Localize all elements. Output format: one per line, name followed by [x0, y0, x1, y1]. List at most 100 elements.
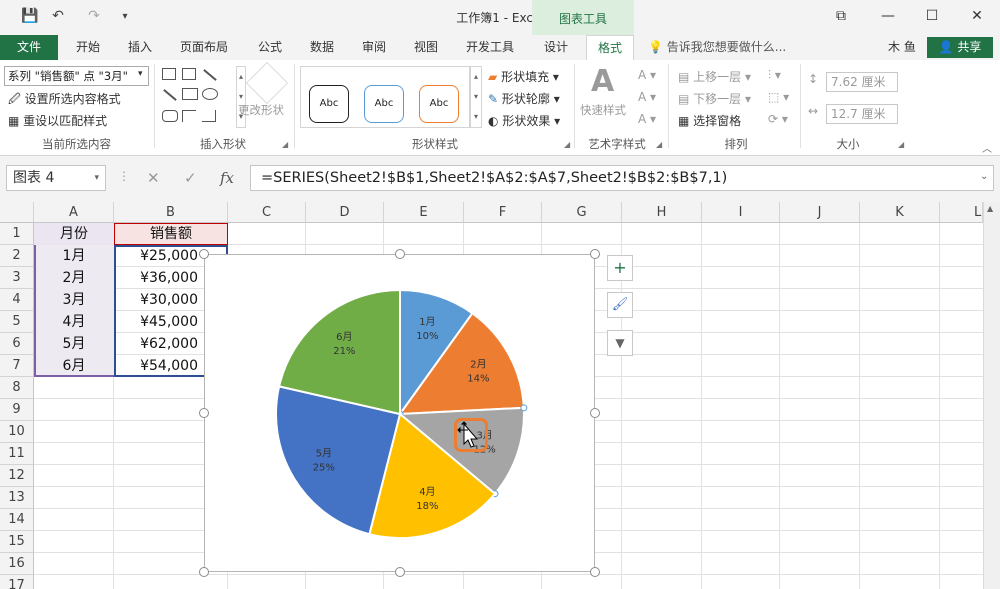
shape-effects-button[interactable]: ◐ 形状效果 ▾ — [488, 112, 560, 129]
select-all-corner[interactable] — [0, 202, 34, 223]
row-header[interactable]: 11 — [0, 443, 34, 465]
table-cell-sales[interactable]: ¥36,000 — [114, 267, 198, 289]
customize-qat-icon[interactable]: ▾ — [120, 6, 130, 26]
table-cell-month[interactable]: 4月 — [34, 311, 114, 333]
row-header[interactable]: 6 — [0, 333, 34, 355]
column-header[interactable]: C — [228, 202, 306, 223]
dialog-launcher-icon[interactable]: ◢ — [656, 140, 662, 149]
styles-gallery-scroll[interactable]: ▴ ▾ ▾ — [470, 66, 482, 128]
table-cell-month[interactable]: 3月 — [34, 289, 114, 311]
selection-pane-button[interactable]: ▦ 选择窗格 — [678, 112, 741, 129]
row-header[interactable]: 13 — [0, 487, 34, 509]
row-header[interactable]: 15 — [0, 531, 34, 553]
arrow-shape-icon[interactable] — [163, 89, 177, 101]
tab-insert[interactable]: 插入 — [120, 35, 160, 60]
table-cell-sales[interactable]: ¥62,000 — [114, 333, 198, 355]
text-outline-icon[interactable]: A ▾ — [638, 90, 656, 104]
shape-style-dark[interactable]: Abc — [309, 85, 349, 123]
row-header[interactable]: 7 — [0, 355, 34, 377]
data-label-category[interactable]: 2月 — [470, 358, 486, 370]
tab-view[interactable]: 视图 — [406, 35, 446, 60]
resize-handle[interactable] — [590, 408, 600, 418]
shape-outline-button[interactable]: ✎ 形状轮廓 ▾ — [488, 90, 560, 107]
table-cell-sales[interactable]: ¥25,000 — [114, 245, 198, 267]
redo-icon[interactable]: ↷ — [86, 6, 102, 26]
reset-style-button[interactable]: ▦ 重设以匹配样式 — [8, 112, 107, 129]
pie-chart[interactable]: 1月 10% 2月 14% 3月 12% 4月 18% 5月 25% 6月 21% — [204, 254, 595, 572]
textbox-shape-icon[interactable] — [162, 68, 176, 80]
oval-shape-icon[interactable] — [202, 88, 218, 100]
tell-me-search[interactable]: 💡 告诉我您想要做什么... — [648, 35, 786, 60]
row-header[interactable]: 3 — [0, 267, 34, 289]
dialog-launcher-icon[interactable]: ◢ — [282, 140, 288, 149]
shape-fill-button[interactable]: ▰ 形状填充 ▾ — [488, 68, 559, 85]
table-cell-month[interactable]: 5月 — [34, 333, 114, 355]
table-cell-sales[interactable]: ¥45,000 — [114, 311, 198, 333]
resize-handle[interactable] — [590, 249, 600, 259]
table-cell-month[interactable]: 2月 — [34, 267, 114, 289]
tab-design[interactable]: 设计 — [534, 35, 578, 60]
column-header[interactable]: K — [860, 202, 940, 223]
share-button[interactable]: 👤 共享 — [927, 37, 993, 58]
send-backward-button[interactable]: ▤ 下移一层 ▾ — [678, 90, 751, 107]
row-header[interactable]: 12 — [0, 465, 34, 487]
formula-input[interactable]: =SERIES(Sheet2!$B$1,Sheet2!$A$2:$A$7,She… — [250, 165, 994, 191]
shape-width-input[interactable]: 12.7 厘米 — [826, 104, 898, 124]
data-label-percent[interactable]: 14% — [467, 373, 489, 384]
expand-formula-icon[interactable]: ⌄ — [980, 171, 988, 182]
resize-handle[interactable] — [199, 408, 209, 418]
enter-icon[interactable]: ✓ — [184, 169, 197, 187]
text-fill-icon[interactable]: A ▾ — [638, 68, 656, 82]
tab-developer[interactable]: 开发工具 — [458, 35, 522, 60]
resize-handle[interactable] — [199, 249, 209, 259]
ribbon-display-icon[interactable]: ⧉ — [826, 5, 856, 27]
column-header[interactable]: E — [384, 202, 464, 223]
row-header[interactable]: 4 — [0, 289, 34, 311]
column-header[interactable]: D — [306, 202, 384, 223]
table-cell-sales[interactable]: ¥30,000 — [114, 289, 198, 311]
column-header[interactable]: B — [114, 202, 228, 223]
data-label-percent[interactable]: 25% — [313, 463, 335, 474]
chart-element-dropdown[interactable]: 系列 "销售额" 点 "3月" — [4, 66, 149, 86]
data-label-category[interactable]: 1月 — [419, 316, 435, 328]
data-label-percent[interactable]: 21% — [333, 346, 355, 357]
row-header[interactable]: 14 — [0, 509, 34, 531]
chart-styles-button[interactable]: 🖌 — [607, 292, 633, 318]
scroll-up-icon[interactable]: ▲ — [987, 204, 993, 213]
align-icon[interactable]: ⫶ ▾ — [768, 68, 781, 83]
resize-handle[interactable] — [199, 567, 209, 577]
row-header[interactable]: 16 — [0, 553, 34, 575]
resize-handle[interactable] — [590, 567, 600, 577]
shape-style-blue[interactable]: Abc — [364, 85, 404, 123]
row-header[interactable]: 10 — [0, 421, 34, 443]
shape-styles-gallery[interactable]: Abc Abc Abc — [300, 66, 470, 128]
vertical-scrollbar[interactable]: ▲ — [983, 202, 1000, 589]
tab-review[interactable]: 审阅 — [354, 35, 394, 60]
data-label-category[interactable]: 5月 — [316, 448, 332, 460]
curve-shape-icon[interactable] — [202, 110, 216, 122]
table-header-sales[interactable]: 销售额 — [114, 223, 228, 245]
row-header[interactable]: 1 — [0, 223, 34, 245]
row-header[interactable]: 5 — [0, 311, 34, 333]
line-shape-icon[interactable] — [203, 69, 217, 81]
chart-elements-button[interactable]: + — [607, 255, 633, 281]
tab-format[interactable]: 格式 — [586, 35, 634, 61]
name-box-arrow-icon[interactable]: ▾ — [94, 166, 99, 190]
tab-data[interactable]: 数据 — [302, 35, 342, 60]
data-label-category[interactable]: 4月 — [419, 486, 435, 498]
close-button[interactable]: ✕ — [962, 5, 992, 27]
rounded-rect-icon[interactable] — [162, 110, 178, 122]
tab-formulas[interactable]: 公式 — [250, 35, 290, 60]
change-shape-button[interactable]: 更改形状 — [238, 102, 284, 118]
collapse-ribbon-icon[interactable]: ︿ — [982, 140, 992, 155]
shape-style-orange[interactable]: Abc — [419, 85, 459, 123]
data-label-category[interactable]: 6月 — [336, 331, 352, 343]
column-header[interactable]: A — [34, 202, 114, 223]
table-cell-month[interactable]: 1月 — [34, 245, 114, 267]
cancel-icon[interactable]: ✕ — [147, 169, 160, 187]
table-header-month[interactable]: 月份 — [34, 223, 114, 245]
save-icon[interactable]: 💾 — [21, 6, 38, 26]
quick-styles-button[interactable]: 快速样式 — [580, 102, 626, 118]
rectangle-shape-icon[interactable] — [182, 88, 198, 100]
bracket-shape-icon[interactable] — [182, 110, 196, 122]
